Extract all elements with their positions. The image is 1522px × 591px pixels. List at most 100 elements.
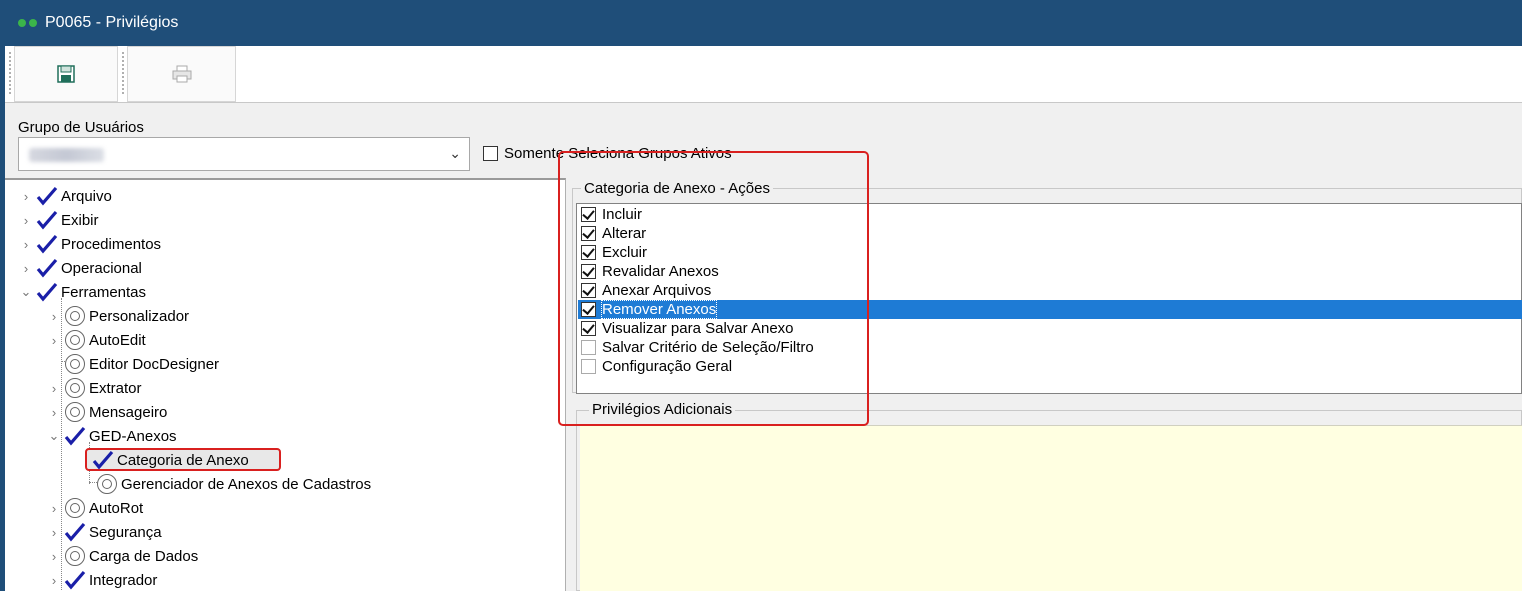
tree-item-autoedit[interactable]: › AutoEdit [45, 328, 146, 352]
action-item-excluir[interactable]: Excluir [578, 243, 1522, 262]
tree-item-label: Exibir [61, 211, 99, 229]
print-icon [172, 65, 191, 83]
action-item-revalidar[interactable]: Revalidar Anexos [578, 262, 1522, 281]
only-active-checkbox[interactable]: Somente Seleciona Grupos Ativos [483, 145, 732, 162]
toolbar-grip[interactable] [122, 52, 124, 96]
action-checkbox[interactable] [581, 359, 596, 374]
action-item-visualizar[interactable]: Visualizar para Salvar Anexo [578, 319, 1522, 338]
tree-item-gerenciador-anexos[interactable]: Gerenciador de Anexos de Cadastros [95, 472, 371, 496]
tree-item-label: Ferramentas [61, 283, 147, 301]
tree-item-label: Arquivo [61, 187, 112, 205]
target-icon [65, 306, 85, 326]
window-title: P0065 - Privilégios [45, 14, 179, 31]
target-icon [65, 498, 85, 518]
checkmark-icon [63, 522, 87, 542]
privileges-tree[interactable]: › Arquivo › Exibir › Procedimentos › Ope… [5, 178, 566, 591]
toolbar-grip[interactable] [9, 52, 11, 96]
extra-title: Privilégios Adicionais [589, 401, 736, 418]
tree-item-label: Operacional [61, 259, 142, 277]
print-button[interactable] [127, 46, 236, 102]
group-area: Grupo de Usuários ⌄ Somente Seleciona Gr… [5, 103, 1522, 178]
chevron-down-icon[interactable]: ⌄ [45, 428, 63, 444]
action-item-remover[interactable]: Remover Anexos [578, 300, 1522, 319]
tree-item-categoria-anexo[interactable]: Categoria de Anexo [91, 448, 249, 472]
action-checkbox[interactable] [581, 226, 596, 241]
only-active-checkbox-box[interactable] [483, 146, 498, 161]
action-label: Alterar [602, 225, 647, 242]
tree-item-arquivo[interactable]: › Arquivo [17, 184, 112, 208]
tree-item-exibir[interactable]: › Exibir [17, 208, 99, 232]
tree-item-mensageiro[interactable]: › Mensageiro [45, 400, 167, 424]
tree-item-carga-dados[interactable]: › Carga de Dados [45, 544, 198, 568]
tree-item-personalizador[interactable]: › Personalizador [45, 304, 189, 328]
window-titlebar: P0065 - Privilégios [0, 0, 1522, 46]
tree-item-label: Gerenciador de Anexos de Cadastros [121, 475, 372, 493]
action-label: Incluir [602, 206, 643, 223]
tree-item-autorot[interactable]: › AutoRot [45, 496, 143, 520]
action-checkbox[interactable] [581, 340, 596, 355]
chevron-right-icon[interactable]: › [45, 573, 63, 588]
action-checkbox[interactable] [581, 321, 596, 336]
actions-title: Categoria de Anexo - Ações [581, 180, 773, 197]
actions-panel: Categoria de Anexo - Ações Incluir Alter… [567, 178, 1522, 591]
tree-item-operacional[interactable]: › Operacional [17, 256, 142, 280]
action-item-configuracao[interactable]: Configuração Geral [578, 357, 1522, 376]
chevron-right-icon[interactable]: › [17, 261, 35, 276]
tree-item-integrador[interactable]: › Integrador [45, 568, 157, 591]
target-icon [97, 474, 117, 494]
chevron-right-icon[interactable]: › [17, 213, 35, 228]
tree-item-label: Extrator [89, 379, 142, 397]
action-label: Remover Anexos [600, 300, 718, 319]
tree-item-label: Carga de Dados [89, 547, 199, 565]
tree-item-label: GED-Anexos [89, 427, 177, 445]
action-label: Configuração Geral [602, 358, 733, 375]
checkmark-icon [35, 210, 59, 230]
action-checkbox[interactable] [581, 245, 596, 260]
tree-item-label: AutoRot [89, 499, 144, 517]
action-item-salvar-criterio[interactable]: Salvar Critério de Seleção/Filtro [578, 338, 1522, 357]
tree-item-seguranca[interactable]: › Segurança [45, 520, 162, 544]
toolbar [5, 46, 1522, 103]
target-icon [65, 402, 85, 422]
actions-checklist[interactable]: Incluir Alterar Excluir Revalidar Anexos… [576, 203, 1522, 394]
chevron-right-icon[interactable]: › [45, 333, 63, 348]
action-checkbox[interactable] [581, 283, 596, 298]
action-label: Excluir [602, 244, 648, 261]
chevron-right-icon[interactable]: › [45, 309, 63, 324]
chevron-down-icon[interactable]: ⌄ [17, 284, 35, 300]
checkmark-icon [35, 282, 59, 302]
action-checkbox[interactable] [581, 302, 596, 317]
checkmark-icon [35, 186, 59, 206]
action-label: Salvar Critério de Seleção/Filtro [602, 339, 814, 356]
chevron-right-icon[interactable]: › [17, 237, 35, 252]
user-group-combobox[interactable]: ⌄ [18, 137, 470, 171]
action-checkbox[interactable] [581, 264, 596, 279]
action-item-incluir[interactable]: Incluir [578, 205, 1522, 224]
chevron-right-icon[interactable]: › [45, 525, 63, 540]
action-item-anexar[interactable]: Anexar Arquivos [578, 281, 1522, 300]
action-label: Revalidar Anexos [602, 263, 719, 280]
tree-item-label: Categoria de Anexo [117, 451, 249, 469]
app-status-icon [18, 19, 37, 27]
chevron-right-icon[interactable]: › [45, 381, 63, 396]
chevron-right-icon[interactable]: › [45, 549, 63, 564]
tree-item-editor-docdesigner[interactable]: Editor DocDesigner [45, 352, 219, 376]
action-item-alterar[interactable]: Alterar [578, 224, 1522, 243]
extra-privileges-area[interactable] [580, 425, 1522, 591]
checkmark-icon [91, 450, 115, 470]
tree-item-ged-anexos[interactable]: ⌄ GED-Anexos [45, 424, 177, 448]
action-checkbox[interactable] [581, 207, 596, 222]
chevron-right-icon[interactable]: › [45, 405, 63, 420]
tree-item-procedimentos[interactable]: › Procedimentos [17, 232, 161, 256]
tree-item-label: Mensageiro [89, 403, 168, 421]
group-label: Grupo de Usuários [18, 119, 144, 136]
only-active-label: Somente Seleciona Grupos Ativos [504, 145, 732, 162]
chevron-right-icon[interactable]: › [45, 501, 63, 516]
chevron-down-icon[interactable]: ⌄ [449, 145, 461, 162]
tree-item-extrator[interactable]: › Extrator [45, 376, 142, 400]
tree-item-ferramentas[interactable]: ⌄ Ferramentas [17, 280, 146, 304]
save-button[interactable] [14, 46, 118, 102]
target-icon [65, 546, 85, 566]
chevron-right-icon[interactable]: › [17, 189, 35, 204]
target-icon [65, 378, 85, 398]
